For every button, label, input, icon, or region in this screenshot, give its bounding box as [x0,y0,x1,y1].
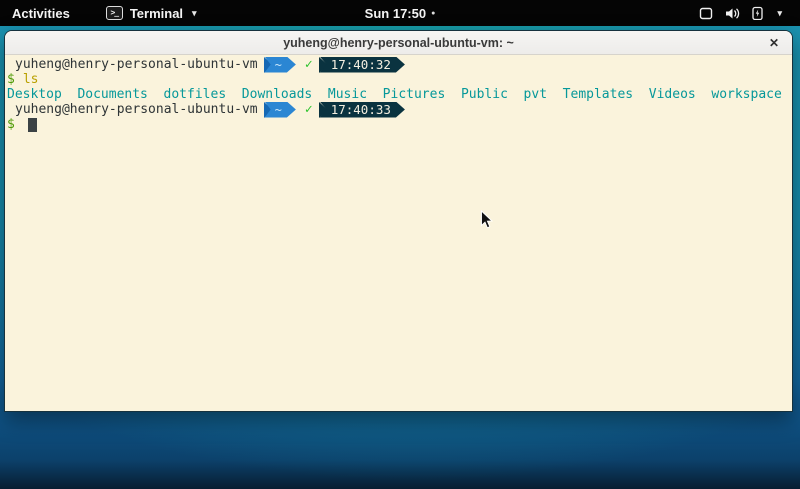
prompt-symbol: $ [7,72,15,87]
terminal-cursor [28,118,37,132]
prompt-line: yuheng@henry-personal-ubuntu-vm ~ ✓ 17:4… [7,102,792,117]
volume-icon [725,7,740,20]
dir-entry: Documents [77,87,147,102]
prompt-time-segment: 17:40:33 [320,102,405,118]
terminal-screen[interactable]: yuheng@henry-personal-ubuntu-vm ~ ✓ 17:4… [5,55,792,411]
system-status-menu[interactable]: ▾ [699,0,782,26]
chevron-down-icon: ▾ [777,8,782,19]
dir-entry: Desktop [7,87,62,102]
screen-icon [699,7,713,20]
input-line: $ [7,117,792,132]
prompt-user-host: yuheng@henry-personal-ubuntu-vm [15,57,258,72]
top-bar: Activities >_ Terminal ▾ Sun 17:50 ● ▾ [0,0,800,26]
prompt-line: yuheng@henry-personal-ubuntu-vm ~ ✓ 17:4… [7,57,792,72]
dir-entry: Videos [649,87,696,102]
prompt-user-host: yuheng@henry-personal-ubuntu-vm [15,102,258,117]
dir-entry: Templates [563,87,633,102]
command-line: $ ls [7,72,792,87]
prompt-symbol: $ [7,117,15,132]
dir-entry: Public [461,87,508,102]
dir-entry: Music [328,87,367,102]
notification-dot-icon: ● [431,10,435,17]
status-check-icon: ✓ [305,102,313,117]
activities-button[interactable]: Activities [12,6,70,21]
dir-entry: dotfiles [164,87,227,102]
terminal-app-icon: >_ [106,6,123,20]
ls-output-line: Desktop Documents dotfiles Downloads Music Pi… [7,87,792,102]
dir-entry: Pictures [383,87,446,102]
battery-charging-icon [752,6,763,20]
close-button[interactable]: ✕ [766,35,782,51]
terminal-window: yuheng@henry-personal-ubuntu-vm: ~ ✕ yuh… [4,30,793,412]
clock-button[interactable]: Sun 17:50 ● [365,6,436,21]
window-titlebar[interactable]: yuheng@henry-personal-ubuntu-vm: ~ ✕ [5,31,792,55]
dir-entry: pvt [524,87,547,102]
app-menu-terminal[interactable]: >_ Terminal ▾ [106,6,197,21]
chevron-down-icon: ▾ [192,8,197,19]
window-title: yuheng@henry-personal-ubuntu-vm: ~ [283,36,514,50]
app-menu-label: Terminal [130,6,183,21]
prompt-time-segment: 17:40:32 [320,57,405,73]
clock-label: Sun 17:50 [365,6,426,21]
dir-entry: Downloads [242,87,312,102]
command-text: ls [23,72,39,87]
dir-entry: workspace [711,87,781,102]
status-check-icon: ✓ [305,57,313,72]
